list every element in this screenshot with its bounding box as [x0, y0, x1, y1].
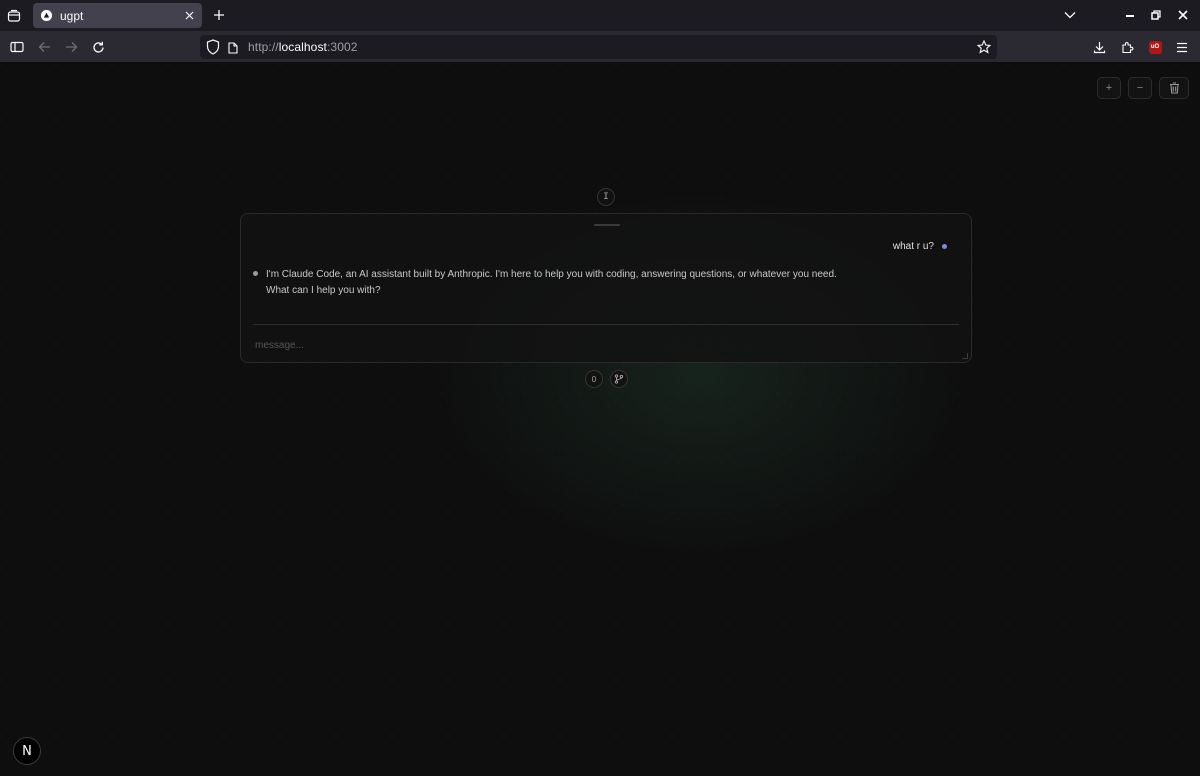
new-tab-button[interactable] — [209, 5, 229, 25]
zoom-in-button[interactable]: + — [1097, 77, 1121, 99]
url-port: :3002 — [326, 40, 358, 54]
page-icon[interactable] — [228, 41, 238, 59]
triangle-icon — [41, 10, 52, 21]
restore-button[interactable] — [1147, 6, 1165, 24]
mode-label: I — [603, 192, 609, 202]
user-message: what r u? — [893, 241, 947, 252]
forward-arrow-icon — [65, 42, 77, 52]
back-arrow-icon — [38, 42, 50, 52]
resize-grip[interactable] — [962, 353, 968, 359]
zoom-in-label: + — [1105, 82, 1113, 94]
downloads-button[interactable] — [1089, 37, 1109, 57]
download-icon — [1093, 41, 1105, 53]
message-input[interactable] — [253, 336, 893, 354]
reload-button[interactable] — [88, 37, 108, 57]
assistant-line: I'm Claude Code, an AI assistant built b… — [266, 269, 837, 280]
star-icon — [976, 39, 992, 54]
window-close-button[interactable] — [1174, 6, 1192, 24]
sidebar-icon — [10, 41, 24, 53]
restore-icon — [1151, 10, 1161, 20]
user-indicator-dot — [942, 244, 947, 249]
url-host: localhost — [278, 40, 327, 54]
chevron-down-icon — [1064, 12, 1076, 19]
tab-title: ugpt — [60, 8, 84, 23]
input-mode-button[interactable]: I — [597, 188, 615, 206]
url-scheme: http:// — [248, 40, 279, 54]
ublock-label: uO — [1150, 44, 1160, 50]
trash-icon — [1169, 82, 1179, 94]
minimize-button[interactable] — [1121, 6, 1139, 24]
dot-grid-background — [0, 64, 1200, 776]
browser-tab[interactable]: ugpt — [33, 3, 202, 28]
close-icon — [1178, 10, 1188, 20]
assistant-message: I'm Claude Code, an AI assistant built b… — [253, 267, 893, 299]
nextjs-logo-letter: N — [22, 743, 32, 759]
tab-list-icon — [7, 9, 21, 22]
assistant-message-text: I'm Claude Code, an AI assistant built b… — [266, 267, 837, 299]
extensions-button[interactable] — [1117, 37, 1137, 57]
git-branch-icon — [614, 374, 624, 384]
ublock-button[interactable]: uO — [1145, 37, 1165, 57]
app-page: + − I what r u? I'm Claude Code, an AI a… — [0, 64, 1200, 776]
nextjs-dev-badge[interactable]: N — [13, 737, 41, 765]
zoom-out-label: − — [1136, 82, 1144, 94]
puzzle-icon — [1121, 41, 1133, 53]
close-icon — [185, 11, 193, 19]
sidebar-button[interactable] — [7, 37, 27, 57]
user-message-text: what r u? — [892, 241, 934, 252]
assistant-indicator-dot — [253, 271, 258, 276]
drag-handle[interactable] — [594, 224, 620, 226]
app-menu-button[interactable] — [1172, 37, 1192, 57]
minimize-icon — [1126, 15, 1134, 17]
tab-close-button[interactable] — [182, 8, 196, 22]
url-text[interactable]: http://localhost:3002 — [248, 40, 358, 54]
shield-icon[interactable] — [206, 39, 220, 60]
token-counter-button[interactable]: 0 — [585, 370, 603, 388]
clear-chat-button[interactable] — [1159, 77, 1189, 99]
ublock-icon: uO — [1148, 40, 1162, 54]
list-all-tabs-button[interactable] — [1061, 6, 1079, 24]
tab-list-button[interactable] — [0, 2, 28, 30]
forward-button[interactable] — [61, 37, 81, 57]
chat-panel: what r u? I'm Claude Code, an AI assista… — [240, 213, 972, 363]
browser-tab-bar: ugpt — [0, 0, 1200, 31]
zoom-out-button[interactable]: − — [1128, 77, 1152, 99]
counter-value: 0 — [591, 374, 597, 384]
browser-nav-bar: http://localhost:3002 uO — [0, 31, 1200, 63]
branch-button[interactable] — [610, 370, 628, 388]
plus-icon — [214, 10, 224, 20]
divider — [253, 324, 959, 325]
url-bar[interactable]: http://localhost:3002 — [200, 35, 997, 59]
back-button[interactable] — [34, 37, 54, 57]
hamburger-menu-icon — [1177, 42, 1187, 52]
assistant-line: What can I help you with? — [266, 285, 381, 296]
reload-icon — [92, 41, 104, 53]
bookmark-star-button[interactable] — [976, 39, 992, 59]
